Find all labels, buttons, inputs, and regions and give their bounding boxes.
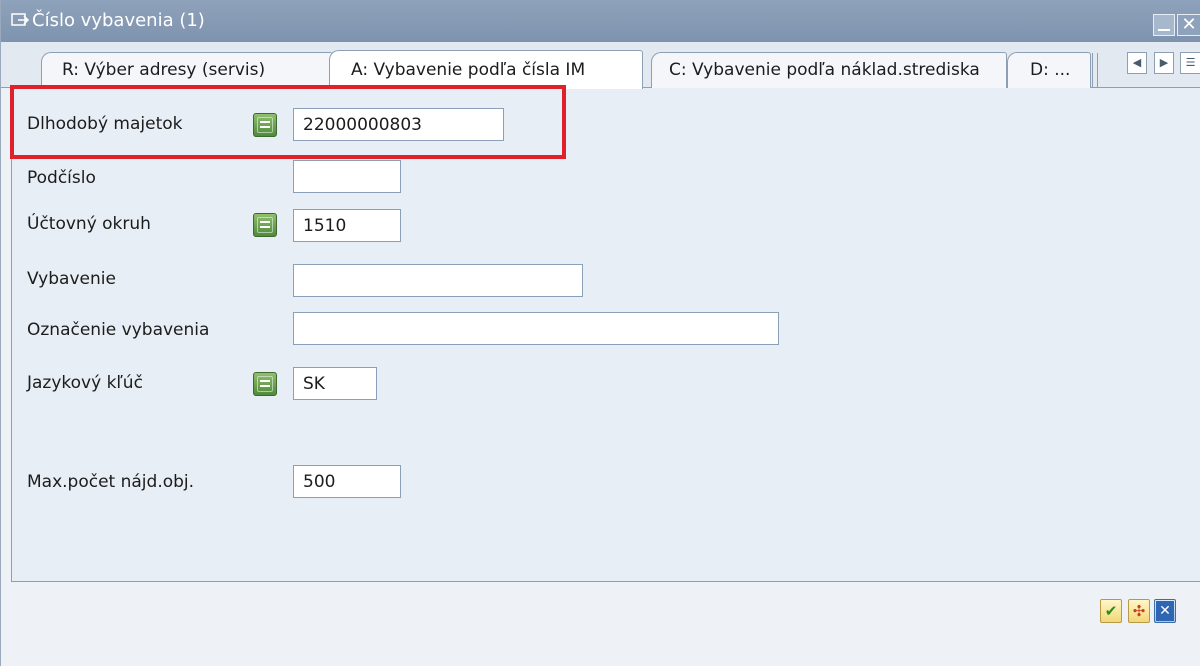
button-bar [11,582,1200,666]
asset-input[interactable] [293,108,504,141]
tab-equipment-by-cost-center[interactable]: C: Vybavenie podľa náklad.strediska [651,52,1007,88]
dialog-window: Číslo vybavenia (1) ✕ R: Výber adresy (s… [0,0,1200,666]
company-code-selection-option-icon[interactable] [253,213,277,237]
language-key-input[interactable] [293,367,377,400]
language-key-label: Jazykový kľúč [27,373,143,393]
equipment-desc-input[interactable] [293,312,779,345]
tab-label: D: ... [1030,60,1071,80]
tab-list-icon[interactable]: ☰ [1180,52,1200,74]
equipment-desc-label: Označenie vybavenia [27,320,210,340]
hierarchy-icon[interactable]: ✣ [1128,599,1150,623]
subnumber-label: Podčíslo [27,168,96,188]
window-title: Číslo vybavenia (1) [32,10,205,31]
tab-address-selection[interactable]: R: Výber adresy (servis) [41,52,333,88]
asset-selection-option-icon[interactable] [253,113,277,137]
max-hits-label: Max.počet nájd.obj. [27,472,195,492]
max-hits-input[interactable] [293,465,401,498]
search-form: Dlhodobý majetok Podčíslo Účtovný okruh … [11,88,1200,582]
asset-label: Dlhodobý majetok [27,114,183,134]
tab-scroll-left-icon[interactable]: ◀ [1127,52,1147,74]
equipment-input[interactable] [293,264,583,297]
equipment-label: Vybavenie [27,269,116,289]
subnumber-input[interactable] [293,160,401,193]
tab-d-more[interactable]: D: ... [1007,52,1098,89]
tab-strip: R: Výber adresy (servis) A: Vybavenie po… [1,42,1200,89]
tab-label: A: Vybavenie podľa čísla IM [351,60,586,80]
minimize-button[interactable] [1153,14,1175,36]
tab-label: C: Vybavenie podľa náklad.strediska [669,60,980,80]
cancel-icon[interactable] [1154,599,1176,623]
company-code-input[interactable] [293,209,401,242]
confirm-check-icon[interactable]: ✔ [1100,599,1122,623]
close-window-button[interactable]: ✕ [1177,14,1200,36]
window-menu-icon[interactable] [10,10,30,30]
tab-label: R: Výber adresy (servis) [62,60,266,80]
company-code-label: Účtovný okruh [27,214,151,234]
tab-equipment-by-asset[interactable]: A: Vybavenie podľa čísla IM [329,50,643,89]
language-selection-option-icon[interactable] [253,372,277,396]
tab-scroll-right-icon[interactable]: ▶ [1154,52,1174,74]
title-bar: Číslo vybavenia (1) ✕ [1,0,1200,42]
